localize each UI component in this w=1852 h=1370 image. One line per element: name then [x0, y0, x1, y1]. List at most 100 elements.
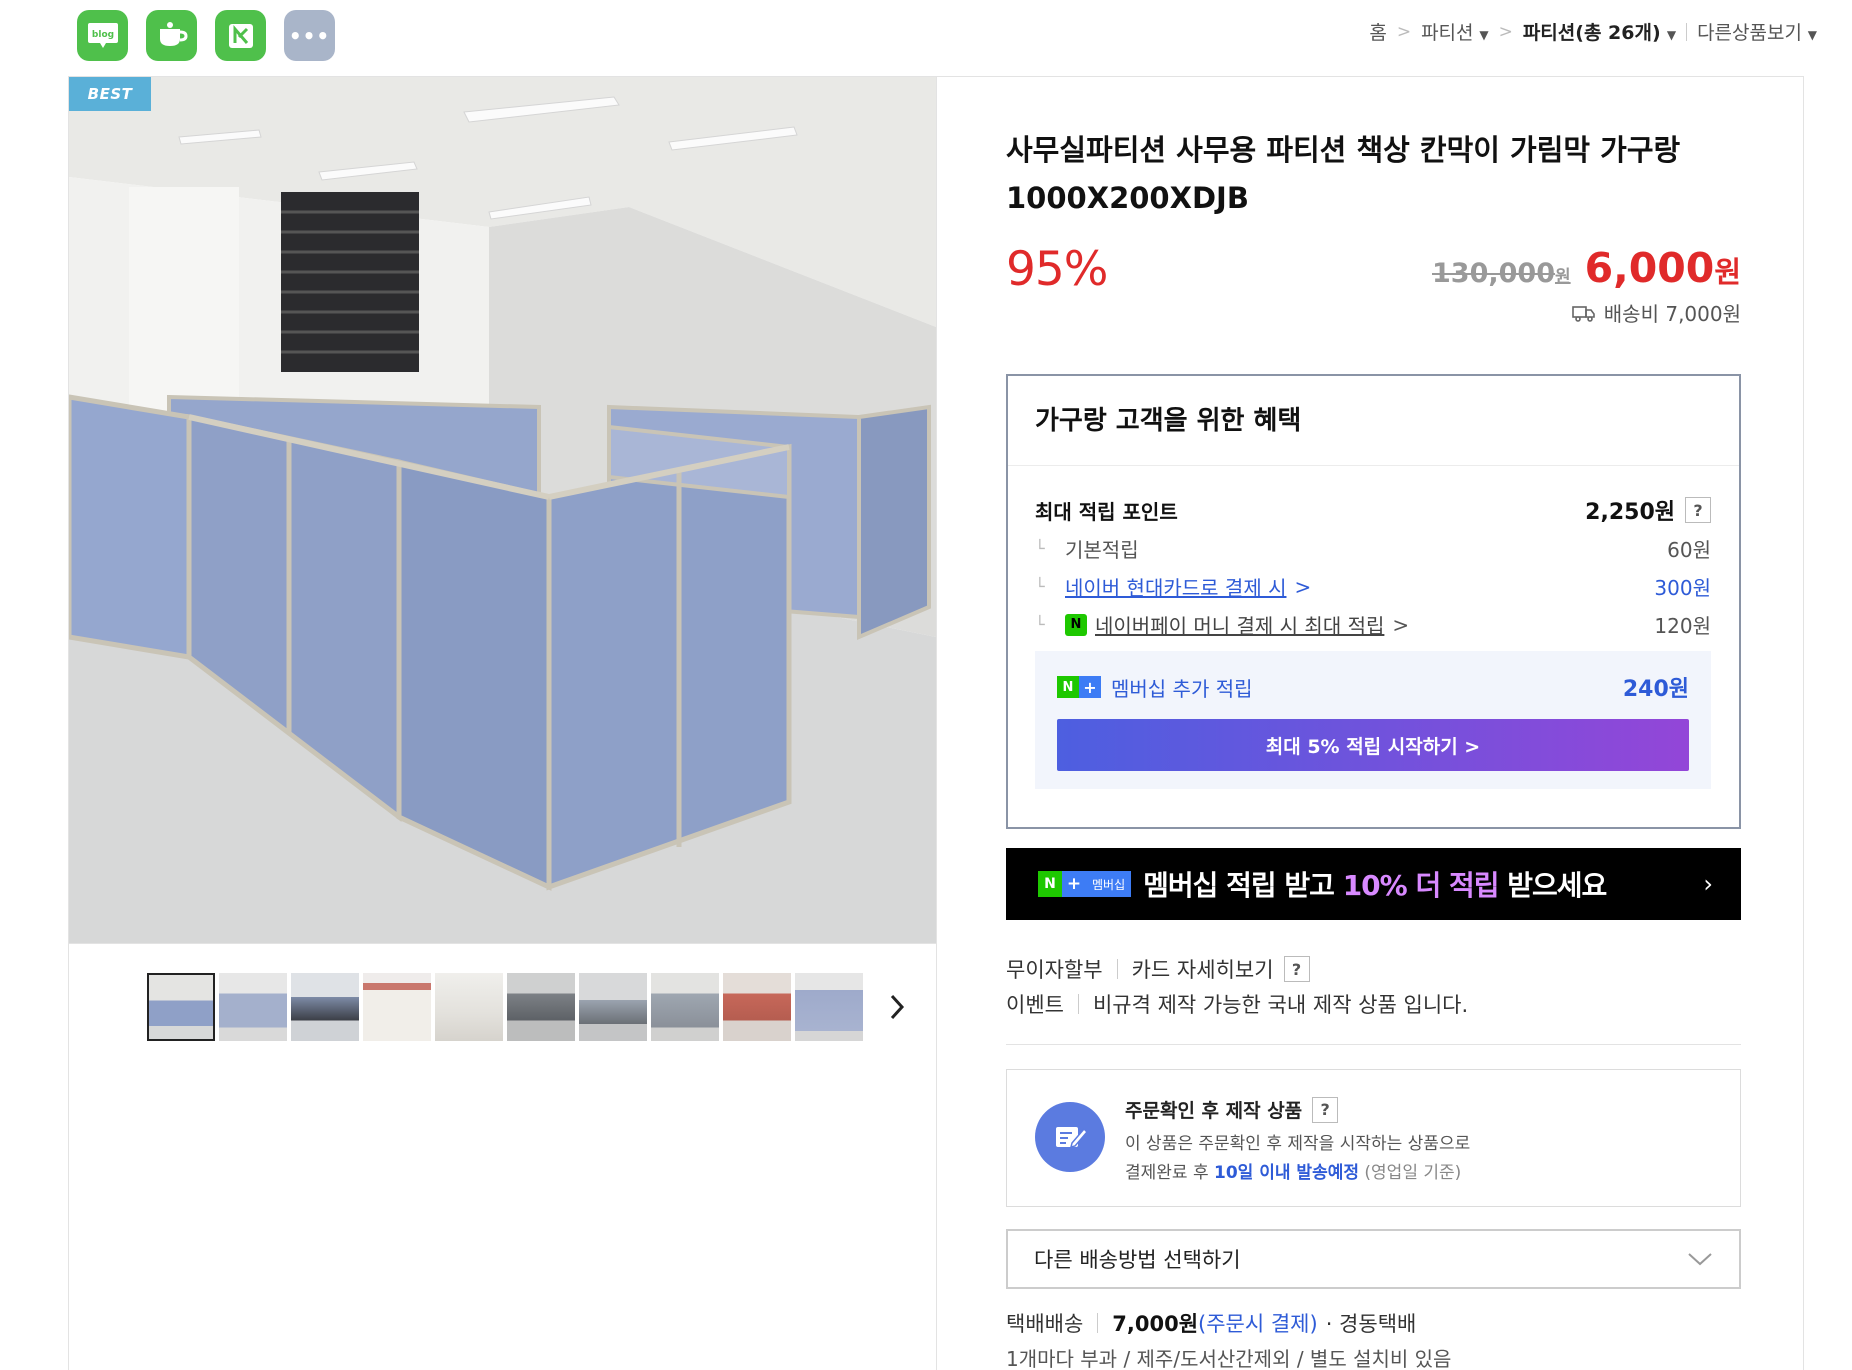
points-row: └ 네이버 현대카드로 결제 시 > 300원 [1035, 572, 1711, 601]
chevron-right-icon: > [1392, 612, 1410, 637]
elbow-icon: └ [1035, 615, 1045, 634]
thumbnail[interactable] [291, 973, 359, 1041]
shipping-method-select[interactable]: 다른 배송방법 선택하기 [1006, 1229, 1741, 1289]
breadcrumb-separator: > [1498, 21, 1513, 42]
breadcrumb-current-label: 파티션(총 26개) [1522, 22, 1661, 44]
card-details-link[interactable]: 카드 자세히보기 [1132, 954, 1274, 984]
caret-down-icon: ▼ [1662, 28, 1677, 42]
business-days-note: (영업일 기준) [1359, 1163, 1462, 1183]
thumbnail-next-button[interactable] [879, 987, 915, 1027]
thumbnail[interactable] [795, 973, 863, 1041]
sale-price-value: 6,000 [1584, 244, 1715, 292]
thumbnail[interactable] [651, 973, 719, 1041]
product-title: 사무실파티션 사무용 파티션 책상 칸막이 가림막 가구랑 1000X200XD… [1006, 133, 1681, 215]
chevron-right-icon: > [1294, 574, 1312, 599]
naverpay-money-link[interactable]: 네이버페이 머니 결제 시 최대 적립 [1095, 610, 1384, 639]
discount-rate: 95% [1006, 242, 1108, 297]
best-badge: BEST [69, 77, 151, 111]
banner-plus: + [1062, 871, 1086, 897]
more-share-icon[interactable]: ••• [284, 10, 335, 61]
caret-down-icon: ▼ [1803, 28, 1817, 42]
benefit-title: 가구랑 고객을 위한 혜택 [1008, 376, 1739, 466]
hyundai-card-link[interactable]: 네이버 현대카드로 결제 시 [1065, 572, 1286, 601]
original-price: 130,000원 [1432, 258, 1571, 289]
carrier: · 경동택배 [1325, 1312, 1417, 1336]
elbow-icon: └ [1035, 577, 1045, 596]
help-icon[interactable]: ? [1312, 1096, 1339, 1123]
made-to-order-line: 이 상품은 주문확인 후 제작을 시작하는 상품으로 [1125, 1134, 1471, 1154]
start-membership-button[interactable]: 최대 5% 적립 시작하기 > [1057, 719, 1689, 771]
made-to-order-line: 결제완료 후 10일 이내 발송예정 (영업일 기준) [1125, 1159, 1470, 1188]
made-to-order-title: 주문확인 후 제작 상품? [1125, 1096, 1339, 1123]
breadcrumb-current[interactable]: 파티션(총 26개) ▼ [1523, 18, 1676, 45]
thumbnail[interactable] [147, 973, 215, 1041]
share-icons: blog ••• [77, 10, 335, 61]
dispatch-period: 10일 이내 발송예정 [1214, 1163, 1359, 1183]
banner-msg-before: 멤버십 적립 받고 [1143, 869, 1343, 902]
nplus-icon: N + [1057, 676, 1101, 698]
points-value: 120원 [1654, 614, 1711, 638]
breadcrumb-category[interactable]: 파티션 ▼ [1421, 18, 1489, 45]
breadcrumb-separator: > [1396, 21, 1412, 42]
banner-msg-after: 받으세요 [1498, 869, 1607, 902]
nplus-n: N [1057, 676, 1079, 698]
banner-tag-label: 멤버십 [1086, 871, 1132, 897]
chevron-down-icon [1688, 1253, 1712, 1266]
breadcrumb: 홈 > 파티션 ▼ > 파티션(총 26개) ▼ 다른상품보기 ▼ [1369, 18, 1817, 45]
price-row: 130,000원 6,000원 [1432, 244, 1741, 292]
sale-price-unit: 원 [1714, 255, 1741, 289]
max-points-label: 최대 적립 포인트 [1035, 499, 1178, 524]
truck-icon [1571, 305, 1595, 322]
benefit-box: 가구랑 고객을 위한 혜택 최대 적립 포인트 2,250원? └ 기본적립 60… [1006, 374, 1741, 829]
help-icon[interactable]: ? [1283, 956, 1310, 982]
original-price-value: 130,000 [1432, 258, 1555, 289]
blog-share-icon[interactable]: blog [77, 10, 128, 61]
help-icon[interactable]: ? [1685, 497, 1711, 523]
thumbnail[interactable] [363, 973, 431, 1041]
membership-banner[interactable]: N + 멤버십 멤버십 적립 받고 10% 더 적립 받으세요 › [1006, 848, 1741, 920]
elbow-icon: └ [1035, 539, 1045, 558]
thumbnail[interactable] [507, 973, 575, 1041]
points-label: 기본적립 [1065, 538, 1139, 562]
membership-tag: N + 멤버십 [1038, 871, 1132, 897]
shipping-method: 택배배송 [1006, 1312, 1084, 1336]
shipping-detail: 택배배송 7,000원 (주문시 결제) · 경동택배 [1006, 1308, 1416, 1338]
made-to-order-description: 이 상품은 주문확인 후 제작을 시작하는 상품으로 결제완료 후 10일 이내… [1125, 1130, 1470, 1188]
points-value: 300원 [1654, 576, 1711, 600]
points-row: └ N 네이버페이 머니 결제 시 최대 적립 > 120원 [1035, 610, 1711, 639]
thumbnail-strip [147, 973, 863, 1041]
top-bar: blog ••• 홈 > 파티션 ▼ > 파티션(총 26개) ▼ 다른상품보기… [0, 0, 1852, 70]
membership-box: N + 멤버십 추가 적립 240원 최대 5% 적립 시작하기 > [1035, 651, 1711, 789]
max-points-row: 최대 적립 포인트 2,250원? [1035, 494, 1711, 526]
shipping-method-label: 다른 배송방법 선택하기 [1034, 1248, 1241, 1272]
made-to-order-line-text: 결제완료 후 [1125, 1163, 1215, 1183]
band-share-icon[interactable] [215, 10, 266, 61]
shipping-fee-row: 배송비 7,000원 [1571, 298, 1741, 327]
banner-message: 멤버십 적립 받고 10% 더 적립 받으세요 [1143, 864, 1607, 904]
thumbnail[interactable] [219, 973, 287, 1041]
shipping-fee-value: 7,000원 [1112, 1312, 1199, 1336]
other-products-dropdown[interactable]: 다른상품보기 ▼ [1697, 18, 1817, 45]
breadcrumb-divider [1686, 22, 1688, 41]
other-products-label: 다른상품보기 [1697, 22, 1802, 44]
caret-down-icon: ▼ [1475, 28, 1489, 42]
breadcrumb-home[interactable]: 홈 [1369, 18, 1386, 45]
max-points-value: 2,250원 [1585, 500, 1675, 525]
membership-label: 멤버십 추가 적립 [1111, 676, 1253, 701]
divider [1097, 1313, 1099, 1333]
thumbnail[interactable] [435, 973, 503, 1041]
installment-label: 무이자할부 [1006, 958, 1103, 982]
naverpay-icon: N [1065, 613, 1087, 636]
thumbnail[interactable] [723, 973, 791, 1041]
cafe-share-icon[interactable] [146, 10, 197, 61]
main-product-image[interactable]: BEST [69, 77, 936, 944]
points-row: └ 기본적립 60원 [1035, 534, 1711, 563]
chevron-right-icon [890, 994, 905, 1020]
edit-document-icon [1035, 1102, 1105, 1172]
thumbnail[interactable] [579, 973, 647, 1041]
product-gallery: BEST [69, 77, 937, 1370]
points-value: 60원 [1667, 538, 1711, 562]
blog-icon-text: blog [91, 30, 113, 40]
event-label: 이벤트 [1006, 993, 1064, 1017]
event-text: 비규격 제작 가능한 국내 제작 상품 입니다. [1092, 993, 1469, 1017]
